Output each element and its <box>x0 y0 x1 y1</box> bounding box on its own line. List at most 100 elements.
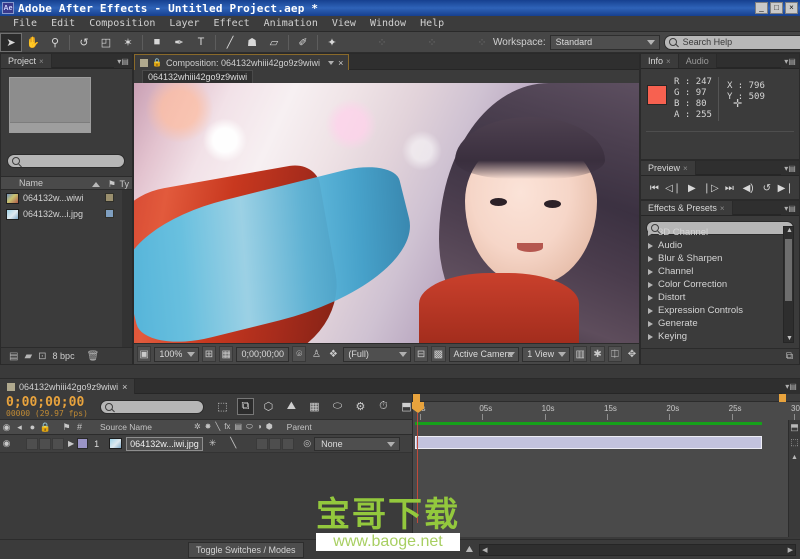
layer-duration-bar[interactable] <box>415 436 762 449</box>
effects-scrollbar[interactable]: ▲ ▼ <box>783 226 794 343</box>
solo-column-icon[interactable]: ● <box>26 422 39 432</box>
brush-tool[interactable]: ╱ <box>219 33 241 52</box>
toggle-switches-modes-button[interactable]: Toggle Switches / Modes <box>188 542 304 558</box>
column-type[interactable]: Ty <box>119 179 129 189</box>
show-snapshot-icon[interactable]: ♙ <box>309 346 323 362</box>
project-scrollbar[interactable] <box>122 190 132 350</box>
search-help-input[interactable]: Search Help <box>664 35 800 50</box>
maximize-button[interactable]: □ <box>770 2 783 14</box>
chevron-right-icon[interactable] <box>648 334 653 340</box>
layer-switch-motion-blur[interactable] <box>282 438 294 450</box>
auto-keyframe-icon[interactable]: ⏱ <box>375 398 392 415</box>
layer-switch-quality[interactable]: ╲ <box>230 438 236 449</box>
number-column[interactable]: # <box>73 422 86 432</box>
tab-effects-presets[interactable]: Effects & Presets × <box>641 201 733 215</box>
menu-item-edit[interactable]: Edit <box>44 16 82 32</box>
chevron-down-icon[interactable] <box>328 61 334 65</box>
chevron-right-icon[interactable] <box>648 295 653 301</box>
camera-tool[interactable]: ◰ <box>95 33 117 52</box>
item-label-color[interactable] <box>105 209 114 218</box>
last-frame-button[interactable]: ⏭ <box>721 183 737 194</box>
new-folder-icon[interactable]: ▰ <box>24 351 32 362</box>
effect-category-color-correction[interactable]: Color Correction <box>644 278 788 291</box>
menu-item-composition[interactable]: Composition <box>82 16 162 32</box>
lock-icon[interactable]: 🔒 <box>152 58 162 67</box>
resolution-select[interactable]: (Full) <box>343 347 410 362</box>
parent-column[interactable]: Parent <box>287 422 312 432</box>
panel-menu-icon[interactable]: ▾▤ <box>781 161 799 175</box>
panel-menu-icon[interactable]: ▾▤ <box>114 54 132 68</box>
close-icon[interactable]: × <box>122 382 127 392</box>
list-item[interactable]: 064132w...i.jpg <box>1 206 132 222</box>
workspace-select[interactable]: Standard <box>550 35 660 50</box>
panel-menu-icon[interactable]: ▾▤ <box>781 54 799 68</box>
composition-mini-flowchart-icon[interactable]: ⬚ <box>214 398 231 415</box>
menu-item-animation[interactable]: Animation <box>257 16 325 32</box>
breadcrumb[interactable]: 064132whiii42go9z9wiwi <box>142 70 253 84</box>
previous-frame-button[interactable]: ◁❘ <box>665 183 681 194</box>
audio-button[interactable]: ◀) <box>740 183 756 194</box>
grid-snap-icon[interactable]: ⁘ <box>471 33 493 52</box>
new-effect-icon[interactable]: ⧉ <box>786 351 793 362</box>
layer-visibility-toggle[interactable]: ◉ <box>0 438 13 449</box>
bit-depth-label[interactable]: 8 bpc <box>53 351 75 361</box>
switch-column-icon[interactable]: ◑ <box>257 422 262 432</box>
menu-item-layer[interactable]: Layer <box>162 16 206 32</box>
switch-column-icon[interactable]: ✲ <box>194 422 201 432</box>
layer-solo-toggle[interactable] <box>39 438 51 450</box>
layer-lock-toggle[interactable] <box>52 438 64 450</box>
hand-tool[interactable]: ✋ <box>22 33 44 52</box>
comp-marker-icon[interactable]: ⬒ <box>789 422 800 433</box>
grid-icon[interactable]: ▩ <box>431 346 445 362</box>
menu-item-file[interactable]: File <box>6 16 44 32</box>
switch-column-icon[interactable]: ✸ <box>205 422 212 432</box>
transparency-grid-icon[interactable]: ▦ <box>219 346 233 362</box>
chevron-right-icon[interactable] <box>648 308 653 314</box>
current-time-display[interactable]: 0;00;00;00 00000 (29.97 fps) <box>6 396 88 418</box>
effect-category-keying[interactable]: Keying <box>644 330 788 343</box>
current-time-indicator[interactable] <box>412 402 424 522</box>
scroll-down-icon[interactable]: ▼ <box>786 335 793 342</box>
fast-preview-icon[interactable]: ⎅ <box>608 346 622 362</box>
region-of-interest-icon[interactable]: ⊞ <box>202 346 216 362</box>
ram-preview-button[interactable]: ▶❘ <box>778 183 794 194</box>
label-column-icon[interactable]: ⚑ <box>60 422 73 433</box>
eye-column-icon[interactable]: ◉ <box>0 422 13 433</box>
chevron-right-icon[interactable] <box>648 243 653 249</box>
puppet-tool[interactable]: ✦ <box>321 33 343 52</box>
snapshot-icon[interactable]: ⌾ <box>292 346 306 362</box>
project-search-input[interactable] <box>7 154 125 168</box>
timeline-right-column[interactable]: ⬒ ⬚ ▲ <box>788 420 800 537</box>
zoom-out-timeline-icon[interactable]: ⛰ <box>466 544 474 555</box>
work-area-start-handle[interactable] <box>413 394 420 402</box>
new-comp-icon[interactable]: ▤ <box>9 351 18 362</box>
title-action-safe-icon[interactable]: ⊟ <box>414 346 428 362</box>
effect-category-3d-channel[interactable]: 3D Channel <box>644 226 788 239</box>
delete-icon[interactable]: 🗑 <box>87 351 100 362</box>
layer-switch-effects[interactable] <box>256 438 268 450</box>
scroll-right-icon[interactable]: ▶ <box>788 546 793 554</box>
list-item[interactable]: 064132w...wiwi <box>1 190 132 206</box>
text-tool[interactable]: T <box>190 33 212 52</box>
views-select[interactable]: 1 View <box>522 347 570 362</box>
timeline-search-input[interactable] <box>100 400 204 414</box>
effect-category-distort[interactable]: Distort <box>644 291 788 304</box>
switch-column-icon[interactable]: ▤ <box>234 422 242 432</box>
timeline-icon[interactable]: ▥ <box>573 346 587 362</box>
timeline-horizontal-scrollbar[interactable]: ◀ ▶ <box>479 544 796 556</box>
tab-project[interactable]: Project × <box>1 54 52 68</box>
effect-category-expression-controls[interactable]: Expression Controls <box>644 304 788 317</box>
draft-3d-icon[interactable]: ⬡ <box>260 398 277 415</box>
menu-item-effect[interactable]: Effect <box>207 16 257 32</box>
tab-preview[interactable]: Preview × <box>641 161 696 175</box>
switch-column-icon[interactable]: ⬢ <box>266 422 273 432</box>
channel-icon[interactable]: ❖ <box>326 346 340 362</box>
brainstorm-icon[interactable]: ⚙ <box>352 398 369 415</box>
pan-behind-tool[interactable]: ✶ <box>117 33 139 52</box>
lock-column-icon[interactable]: 🔒 <box>39 422 52 433</box>
panel-menu-icon[interactable]: ▾▤ <box>781 201 799 215</box>
effect-category-generate[interactable]: Generate <box>644 317 788 330</box>
roto-brush-tool[interactable]: ✐ <box>292 33 314 52</box>
close-icon[interactable]: × <box>39 57 44 66</box>
first-frame-button[interactable]: ⏮ <box>646 183 662 194</box>
